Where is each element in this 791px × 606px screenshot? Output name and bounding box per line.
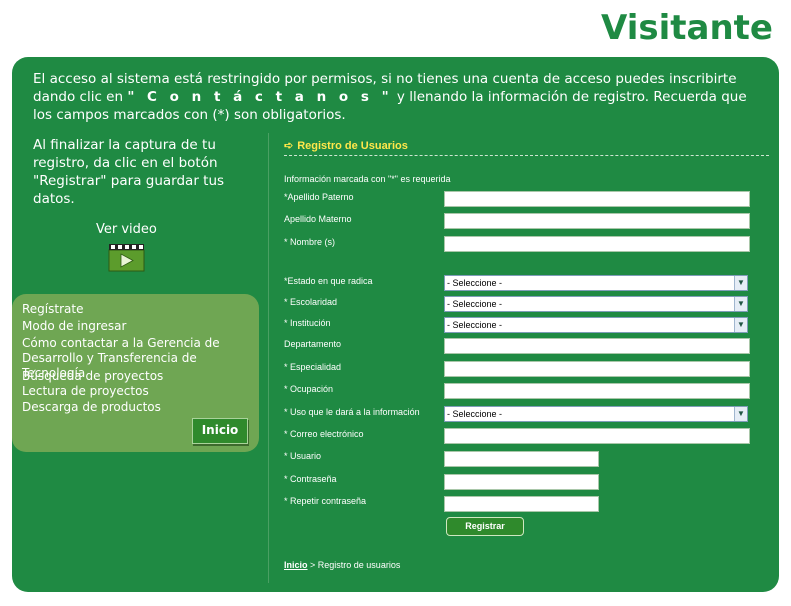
usuario-input[interactable]	[444, 451, 599, 467]
chevron-down-icon: ▼	[734, 276, 747, 290]
speaker-arrow-icon: ➪	[284, 140, 294, 152]
institucion-select-value: - Seleccione -	[447, 320, 503, 330]
correo-label: * Correo electrónico	[284, 429, 364, 439]
menu-item-busqueda-proyectos[interactable]: Búsqueda de proyectos	[22, 369, 163, 384]
menu-item-modo-ingresar[interactable]: Modo de ingresar	[22, 319, 126, 334]
header-divider	[284, 155, 769, 156]
menu-item-registrate[interactable]: Regístrate	[22, 302, 83, 317]
uso-informacion-label: * Uso que le dará a la información	[284, 407, 420, 417]
breadcrumb-separator: >	[307, 560, 318, 570]
required-note: Información marcada con "*" es requerida	[284, 174, 451, 184]
page-title: Visitante	[601, 8, 773, 48]
departamento-label: Departamento	[284, 339, 342, 349]
home-button[interactable]: Inicio	[192, 418, 248, 444]
menu-item-lectura-proyectos[interactable]: Lectura de proyectos	[22, 384, 149, 399]
form-header: ➪ Registro de Usuarios	[284, 139, 408, 152]
apellido-materno-input[interactable]	[444, 213, 750, 229]
chevron-down-icon: ▼	[734, 407, 747, 421]
uso-informacion-select[interactable]: - Seleccione - ▼	[444, 406, 748, 422]
institucion-label: * Institución	[284, 318, 331, 328]
video-clapper-icon[interactable]	[108, 242, 145, 272]
nombre-label: * Nombre (s)	[284, 237, 336, 247]
contact-link[interactable]: " C o n t á c t a n o s "	[127, 89, 392, 105]
chevron-down-icon: ▼	[734, 318, 747, 332]
especialidad-input[interactable]	[444, 361, 750, 377]
escolaridad-select[interactable]: - Seleccione - ▼	[444, 296, 748, 312]
apellido-paterno-input[interactable]	[444, 191, 750, 207]
apellido-paterno-label: *Apellido Paterno	[284, 192, 354, 202]
departamento-input[interactable]	[444, 338, 750, 354]
register-button[interactable]: Registrar	[446, 517, 524, 536]
escolaridad-label: * Escolaridad	[284, 297, 338, 307]
ocupacion-label: * Ocupación	[284, 384, 334, 394]
repetir-contrasena-input[interactable]	[444, 496, 599, 512]
apellido-materno-label: Apellido Materno	[284, 214, 352, 224]
breadcrumb-home-link[interactable]: Inicio	[284, 560, 308, 570]
institucion-select[interactable]: - Seleccione - ▼	[444, 317, 748, 333]
estado-select-value: - Seleccione -	[447, 278, 503, 288]
intro-text: El acceso al sistema está restringido po…	[33, 70, 768, 124]
usuario-label: * Usuario	[284, 451, 322, 461]
chevron-down-icon: ▼	[734, 297, 747, 311]
contrasena-input[interactable]	[444, 474, 599, 490]
estado-label: *Estado en que radica	[284, 276, 373, 286]
repetir-contrasena-label: * Repetir contraseña	[284, 496, 367, 506]
correo-input[interactable]	[444, 428, 750, 444]
breadcrumb-current: Registro de usuarios	[317, 560, 401, 570]
estado-select[interactable]: - Seleccione - ▼	[444, 275, 748, 291]
form-header-label: Registro de Usuarios	[297, 140, 408, 152]
especialidad-label: * Especialidad	[284, 362, 342, 372]
video-label[interactable]: Ver video	[96, 222, 157, 237]
menu-item-descarga-productos[interactable]: Descarga de productos	[22, 400, 161, 415]
ocupacion-input[interactable]	[444, 383, 750, 399]
uso-select-value: - Seleccione -	[447, 409, 503, 419]
breadcrumb: Inicio > Registro de usuarios	[284, 560, 400, 570]
contrasena-label: * Contraseña	[284, 474, 337, 484]
nombre-input[interactable]	[444, 236, 750, 252]
escolaridad-select-value: - Seleccione -	[447, 299, 503, 309]
instructions-note: Al finalizar la captura de tu registro, …	[33, 137, 225, 207]
